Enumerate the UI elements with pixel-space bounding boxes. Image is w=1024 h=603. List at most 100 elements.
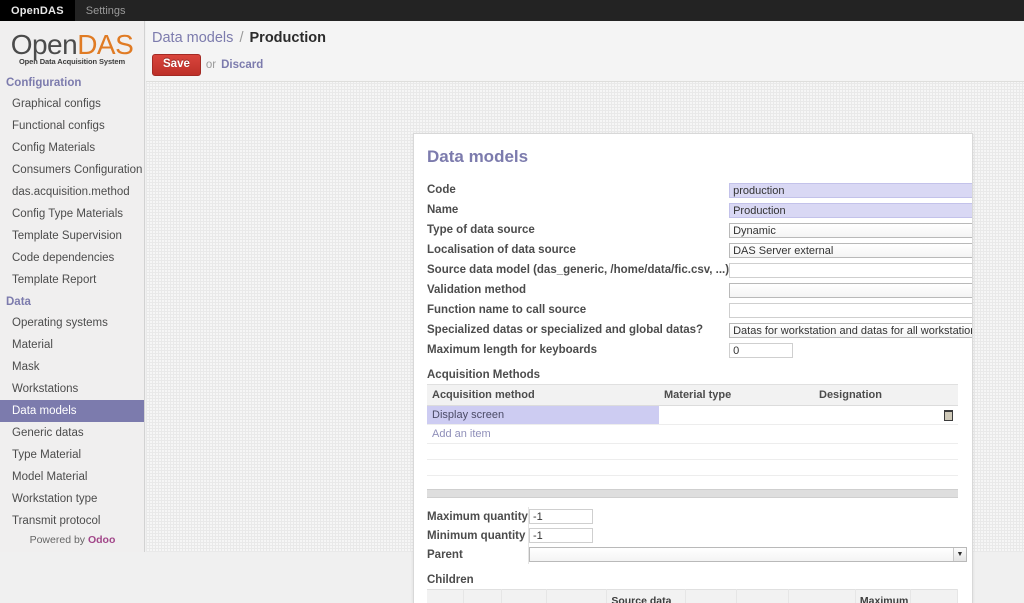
label-source-data-model: Source data model (das_generic, /home/da… — [427, 260, 729, 280]
maximum-length-for-keyboards-input[interactable]: 0 — [729, 343, 793, 358]
sidebar-item-generic-datas[interactable]: Generic datas — [0, 422, 144, 444]
sidebar-section-data: Data — [0, 291, 144, 312]
label-validation-method: Validation method — [427, 280, 729, 300]
sidebar-item-mask[interactable]: Mask — [0, 356, 144, 378]
discard-button[interactable]: Discard — [221, 59, 263, 71]
localisation-of-data-source-value: DAS Server external — [733, 245, 833, 257]
specialized-datas-value: Datas for workstation and datas for all … — [733, 325, 973, 337]
or-label: or — [206, 59, 216, 71]
filler-cell — [427, 444, 958, 460]
column-header-localisation-of-data: Localisation of data — [546, 590, 607, 603]
delete-row-button[interactable] — [936, 406, 958, 425]
sidebar-item-graphical-configs[interactable]: Graphical configs — [0, 93, 144, 115]
add-an-item-link[interactable]: Add an item — [427, 425, 958, 444]
sidebar-item-das-acquisition-method[interactable]: das.acquisition.method — [0, 181, 144, 203]
odoo-brand-link[interactable]: Odoo — [88, 534, 115, 546]
field-row-maximum-length-for-keyboards: Maximum length for keyboards 0 — [427, 340, 973, 360]
acquisition-methods-title: Acquisition Methods — [427, 369, 958, 381]
value-code: production — [729, 180, 973, 200]
column-header-designation: Designation — [814, 385, 936, 406]
source-data-model-input[interactable] — [729, 263, 973, 278]
sidebar-item-operating-systems[interactable]: Operating systems — [0, 312, 144, 334]
top-navigation-bar: OpenDAS Settings — [0, 0, 1024, 21]
maximum-quantity-input[interactable]: -1 — [529, 509, 593, 524]
horizontal-scrollbar[interactable] — [427, 489, 958, 498]
sidebar-item-consumers-configuration[interactable]: Consumers Configuration — [0, 159, 144, 181]
sidebar-item-material[interactable]: Material — [0, 334, 144, 356]
sidebar: OpenDAS Open Data Acquisition System Con… — [0, 21, 145, 552]
children-title: Children — [427, 574, 958, 586]
label-specialized-datas: Specialized datas or specialized and glo… — [427, 320, 729, 340]
sidebar-item-code-dependencies[interactable]: Code dependencies — [0, 247, 144, 269]
column-header-source-data-model: Source data model (das_generic, — [607, 590, 686, 603]
minimum-quantity-input[interactable]: -1 — [529, 528, 593, 543]
value-function-name-to-call-source — [729, 300, 973, 320]
cell-designation[interactable] — [814, 406, 936, 425]
sidebar-item-workstations[interactable]: Workstations — [0, 378, 144, 400]
column-header-validation: Validation — [686, 590, 737, 603]
logo-open-text: Open — [11, 29, 78, 60]
app-logo[interactable]: OpenDAS Open Data Acquisition System — [0, 21, 144, 72]
sidebar-item-data-models[interactable]: Data models — [0, 400, 144, 422]
value-type-of-data-source: Dynamic▼ — [729, 220, 973, 240]
label-parent: Parent — [427, 545, 528, 564]
breadcrumb: Data models / Production — [152, 29, 1024, 47]
sidebar-item-model-material[interactable]: Model Material — [0, 466, 144, 488]
save-button[interactable]: Save — [152, 54, 201, 76]
function-name-to-call-source-input[interactable] — [729, 303, 973, 318]
validation-method-select[interactable]: ▼ — [729, 283, 973, 298]
field-row-name: Name Production — [427, 200, 973, 220]
type-of-data-source-select[interactable]: Dynamic▼ — [729, 223, 973, 238]
sidebar-item-template-report[interactable]: Template Report — [0, 269, 144, 291]
column-header-code: Code — [427, 590, 463, 603]
field-row-function-name-to-call-source: Function name to call source — [427, 300, 973, 320]
table-row[interactable]: Display screen — [427, 406, 958, 425]
field-row-code: Code production — [427, 180, 973, 200]
table-filler-row — [427, 460, 958, 476]
sidebar-item-config-type-materials[interactable]: Config Type Materials — [0, 203, 144, 225]
main-content-area: Data models / Production Save or Discard… — [146, 21, 1024, 552]
value-maximum-quantity: -1 — [528, 507, 967, 526]
parent-select[interactable]: ▼ — [529, 547, 967, 562]
breadcrumb-separator: / — [239, 30, 243, 46]
cell-material-type[interactable] — [659, 406, 814, 425]
table-filler-row — [427, 444, 958, 460]
label-minimum-quantity: Minimum quantity — [427, 526, 528, 545]
label-type-of-data-source: Type of data source — [427, 220, 729, 240]
record-action-row: Save or Discard — [152, 54, 1024, 76]
topbar-menu-settings[interactable]: Settings — [75, 0, 137, 21]
value-validation-method: ▼ — [729, 280, 973, 300]
value-specialized-datas: Datas for workstation and datas for all … — [729, 320, 973, 340]
chevron-down-icon: ▼ — [953, 547, 966, 562]
sidebar-item-template-supervision[interactable]: Template Supervision — [0, 225, 144, 247]
field-row-minimum-quantity: Minimum quantity -1 — [427, 526, 967, 545]
label-maximum-length-for-keyboards: Maximum length for keyboards — [427, 340, 729, 360]
localisation-of-data-source-select[interactable]: DAS Server external▼ — [729, 243, 973, 258]
column-header-maximum-length-for: Maximum length for — [855, 590, 911, 603]
field-row-source-data-model: Source data model (das_generic, /home/da… — [427, 260, 973, 280]
sidebar-item-transmit-protocol[interactable]: Transmit protocol — [0, 510, 144, 532]
table-header-row: Acquisition method Material type Designa… — [427, 385, 958, 406]
sidebar-item-type-material[interactable]: Type Material — [0, 444, 144, 466]
specialized-datas-select[interactable]: Datas for workstation and datas for all … — [729, 323, 973, 338]
field-row-type-of-data-source: Type of data source Dynamic▼ — [427, 220, 973, 240]
field-row-localisation-of-data-source: Localisation of data source DAS Server e… — [427, 240, 973, 260]
cell-acquisition-method[interactable]: Display screen — [427, 406, 659, 425]
powered-by-footer: Powered by Odoo — [0, 534, 145, 546]
value-localisation-of-data-source: DAS Server external▼ — [729, 240, 973, 260]
children-header-row: Code Name Type of data Localisation of d… — [427, 590, 958, 603]
add-item-row[interactable]: Add an item — [427, 425, 958, 444]
logo-das-text: DAS — [77, 29, 133, 60]
main-fields-table: Code production Name Production Type of … — [427, 180, 973, 360]
sidebar-item-workstation-type[interactable]: Workstation type — [0, 488, 144, 510]
powered-by-label: Powered by — [30, 534, 85, 546]
code-input[interactable]: production — [729, 183, 973, 198]
sidebar-item-config-materials[interactable]: Config Materials — [0, 137, 144, 159]
label-code: Code — [427, 180, 729, 200]
breadcrumb-link-data-models[interactable]: Data models — [152, 30, 233, 46]
sidebar-item-functional-configs[interactable]: Functional configs — [0, 115, 144, 137]
topbar-brand-opendas[interactable]: OpenDAS — [0, 0, 75, 21]
type-of-data-source-value: Dynamic — [733, 225, 776, 237]
quantities-fields-table: Maximum quantity -1 Minimum quantity -1 … — [427, 507, 967, 564]
name-input[interactable]: Production — [729, 203, 973, 218]
